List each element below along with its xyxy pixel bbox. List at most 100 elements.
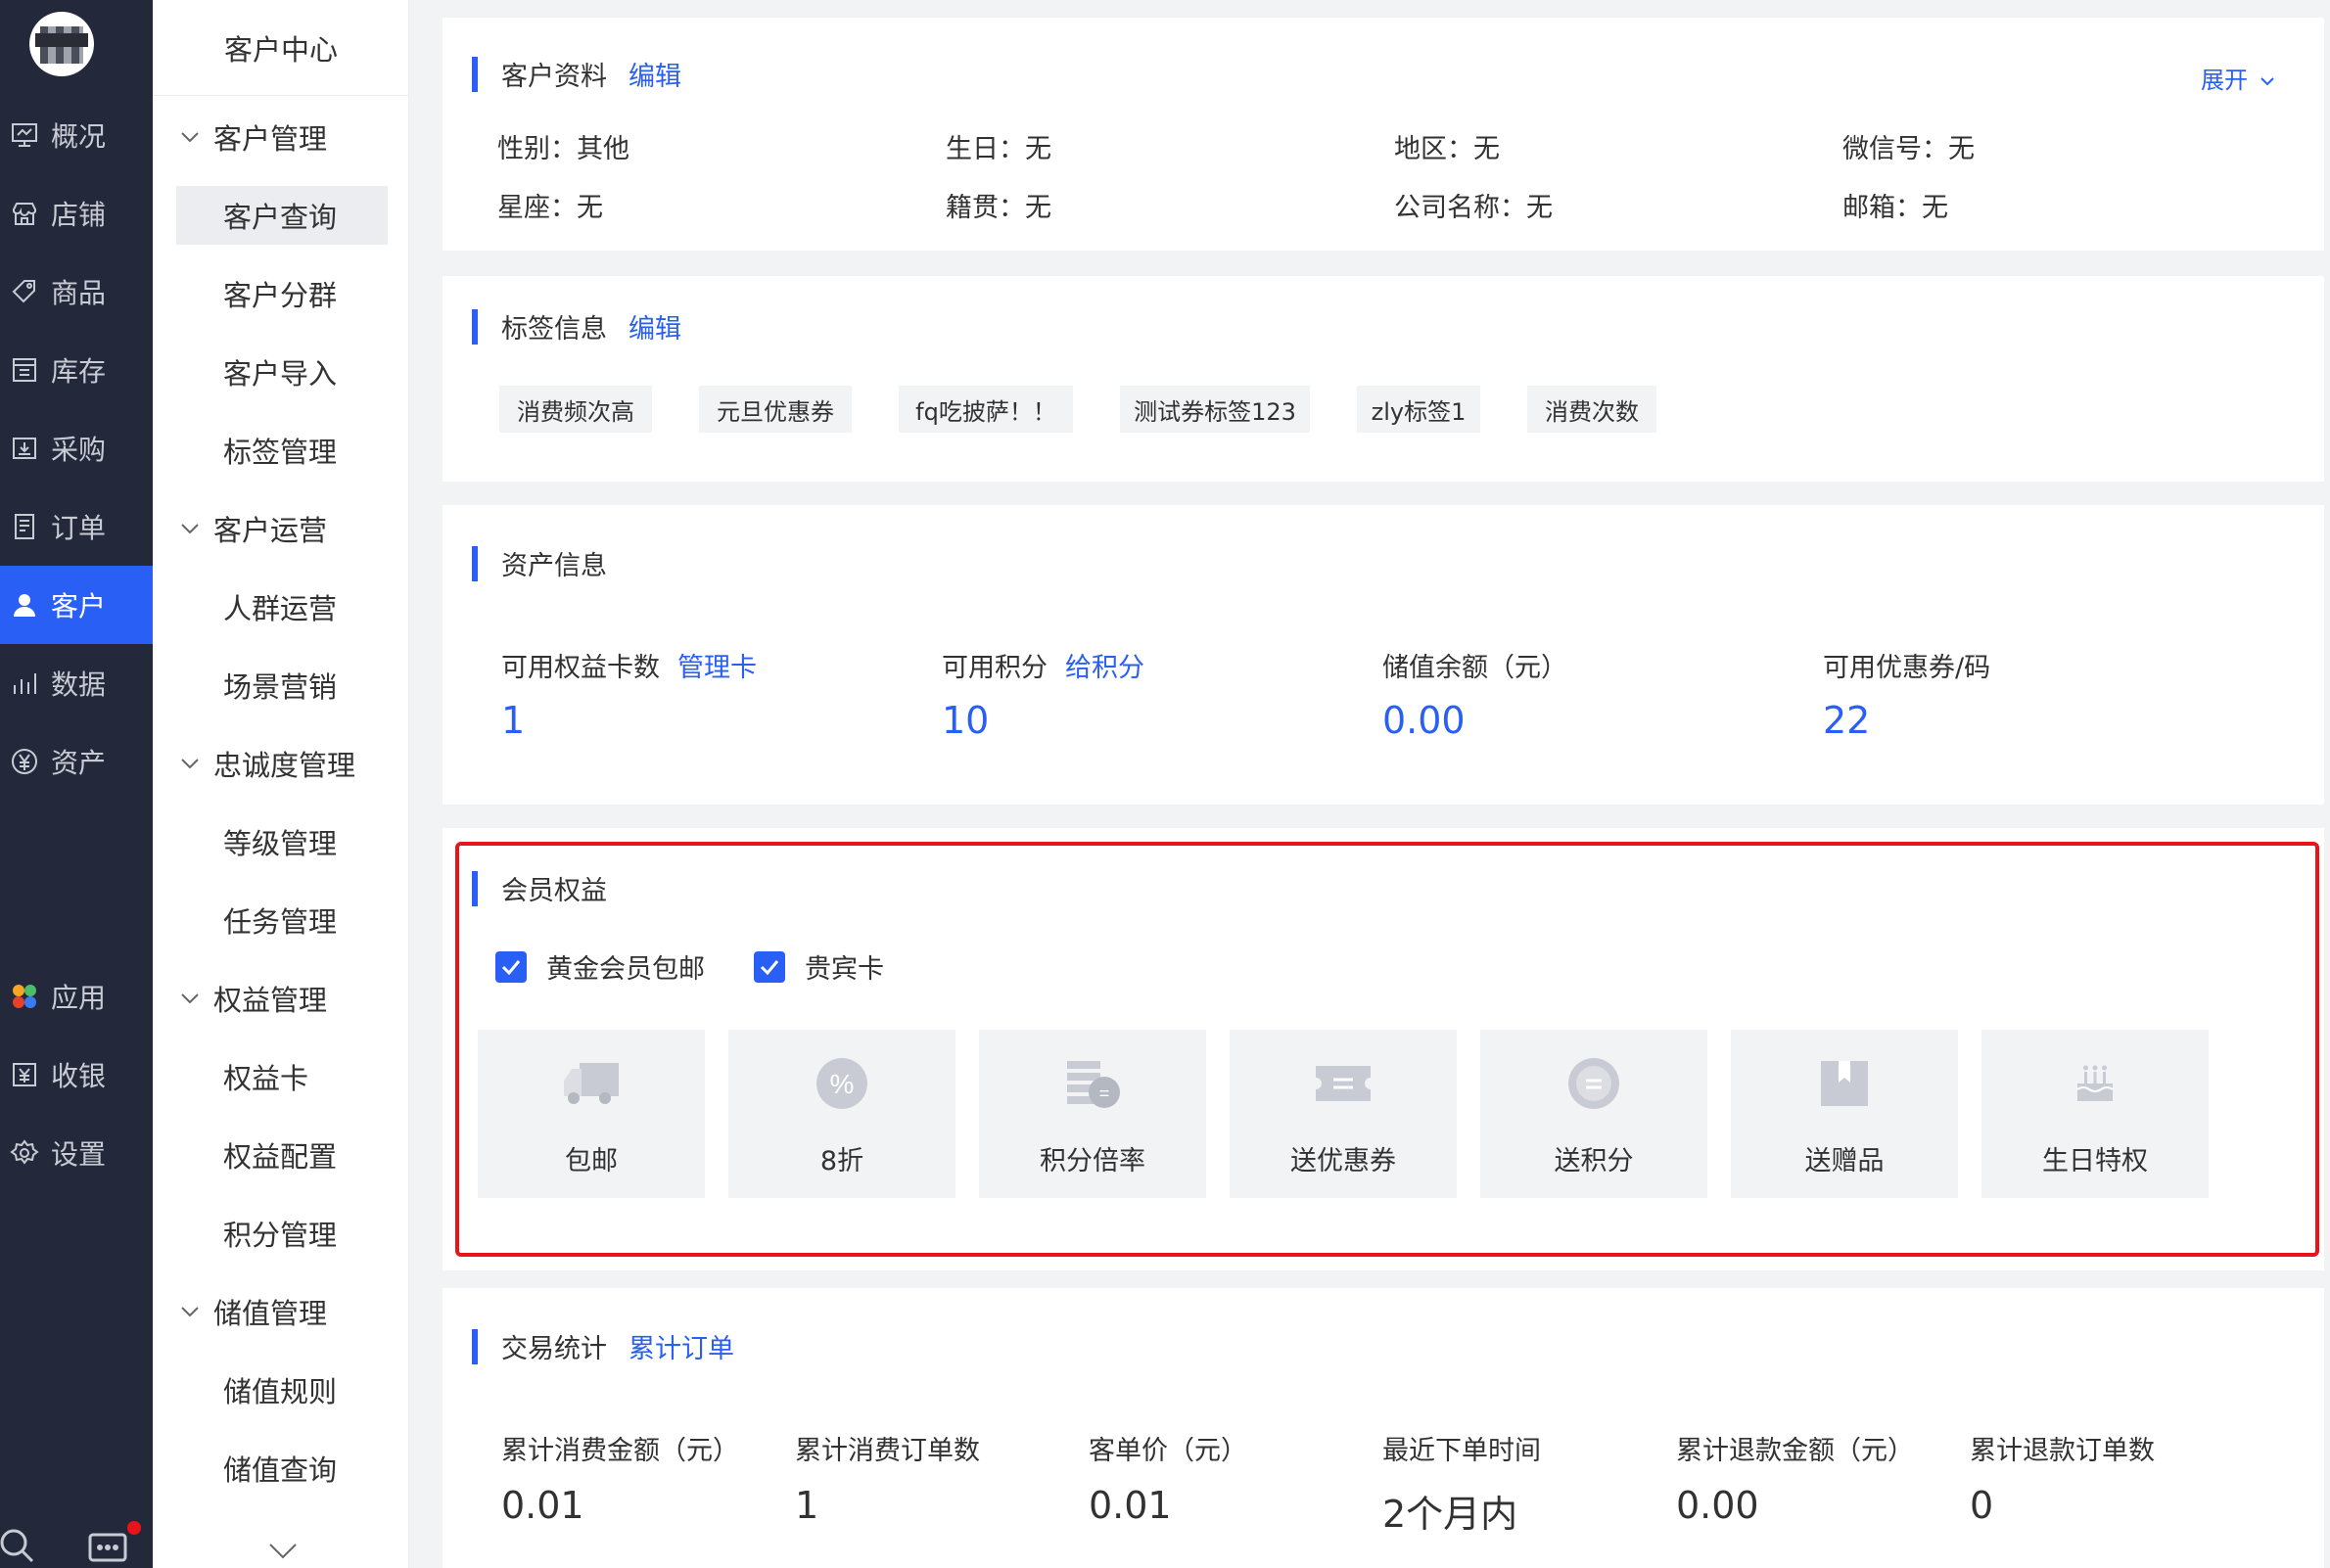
apps-icon — [8, 980, 41, 1013]
sidebar-item-crowd-operations[interactable]: 人群运营 — [176, 577, 388, 636]
asset-benefit-cards-label: 可用权益卡数 管理卡 — [501, 653, 757, 683]
nav-item-overview[interactable]: 概况 — [0, 96, 153, 174]
scroll-down-icon[interactable] — [268, 1543, 298, 1564]
stat-label: 累计消费订单数 — [795, 1436, 980, 1466]
sidebar-item-scene-marketing[interactable]: 场景营销 — [176, 656, 388, 715]
avatar[interactable] — [29, 12, 94, 76]
nav-label: 数据 — [51, 669, 107, 701]
sidebar-item-stored-value-query[interactable]: 储值查询 — [176, 1439, 388, 1498]
cashier-icon — [8, 1058, 41, 1091]
asset-benefit-cards-value[interactable]: 1 — [501, 699, 525, 742]
profile-card: 客户资料 编辑 展开 性别：其他 生日：无 地区：无 微信号：无 星座：无 籍贯… — [443, 18, 2324, 251]
notification-dot — [127, 1521, 141, 1535]
asset-points-value[interactable]: 10 — [942, 699, 989, 742]
section-title: 客户资料 — [501, 62, 607, 92]
nav-item-data[interactable]: 数据 — [0, 644, 153, 722]
sidebar-item-task-management[interactable]: 任务管理 — [176, 891, 388, 949]
sidebar-item-benefit-card[interactable]: 权益卡 — [176, 1047, 388, 1106]
stat-value: 0 — [1970, 1484, 1994, 1527]
nav-footer — [0, 1517, 153, 1568]
stat-value: 0.01 — [501, 1484, 584, 1527]
sidebar-group-loyalty[interactable]: 忠诚度管理 — [180, 734, 355, 793]
store-icon — [8, 197, 41, 230]
stat-label: 客单价（元） — [1089, 1436, 1247, 1466]
field-wechat: 微信号：无 — [1842, 134, 1975, 164]
cumulative-orders-link[interactable]: 累计订单 — [629, 1327, 734, 1365]
sidebar-item-points-management[interactable]: 积分管理 — [176, 1204, 388, 1263]
nav-label: 店铺 — [51, 199, 107, 231]
edit-tags-link[interactable]: 编辑 — [629, 307, 681, 346]
nav-label: 应用 — [51, 982, 107, 1014]
edit-profile-link[interactable]: 编辑 — [629, 55, 681, 93]
chevron-down-icon — [180, 131, 204, 143]
section-title: 标签信息 — [501, 314, 607, 345]
nav-item-inventory[interactable]: 库存 — [0, 331, 153, 409]
order-icon — [8, 510, 41, 543]
chart-icon — [8, 667, 41, 700]
manage-cards-link[interactable]: 管理卡 — [677, 653, 757, 683]
asset-coupons-value[interactable]: 22 — [1823, 699, 1870, 742]
nav-label: 客户 — [51, 590, 107, 623]
customer-tag: zly标签1 — [1357, 386, 1480, 433]
sidebar-item-tag-management[interactable]: 标签管理 — [176, 421, 388, 480]
stat-label: 累计消费金额（元） — [501, 1436, 739, 1466]
sidebar-group-stored-value[interactable]: 储值管理 — [180, 1282, 327, 1341]
sidebar-item-level-management[interactable]: 等级管理 — [176, 812, 388, 871]
chevron-down-icon — [180, 992, 204, 1004]
section-header: 交易统计 累计订单 — [472, 1327, 734, 1365]
nav-label: 采购 — [51, 434, 107, 466]
yuan-icon — [8, 745, 41, 778]
sidebar-group-benefit-management[interactable]: 权益管理 — [180, 969, 327, 1028]
sidebar-title: 客户中心 — [153, 0, 409, 96]
search-icon[interactable] — [0, 1525, 35, 1568]
customer-tag: 消费频次高 — [499, 386, 652, 433]
chevron-down-icon — [180, 1306, 204, 1317]
nav-item-assets[interactable]: 资产 — [0, 722, 153, 801]
tag-icon — [8, 275, 41, 308]
nav-item-order[interactable]: 订单 — [0, 487, 153, 566]
sidebar-item-customer-import[interactable]: 客户导入 — [176, 343, 388, 401]
nav-item-settings[interactable]: 设置 — [0, 1114, 153, 1192]
message-icon[interactable] — [88, 1533, 129, 1568]
sidebar-item-customer-query[interactable]: 客户查询 — [176, 186, 388, 245]
customer-tag: 元旦优惠券 — [699, 386, 852, 433]
nav-item-apps[interactable]: 应用 — [0, 957, 153, 1036]
field-email: 邮箱：无 — [1842, 193, 1948, 223]
nav-item-store[interactable]: 店铺 — [0, 174, 153, 253]
nav-item-cashier[interactable]: 收银 — [0, 1036, 153, 1114]
stat-value: 0.00 — [1676, 1484, 1759, 1527]
nav-label: 订单 — [51, 512, 107, 544]
settings-icon — [8, 1136, 41, 1170]
nav-label: 资产 — [51, 747, 107, 779]
section-header: 标签信息 编辑 — [472, 307, 681, 346]
tags-card: 标签信息 编辑 — [443, 276, 2324, 482]
asset-coupons-label: 可用优惠券/码 — [1823, 653, 1991, 683]
give-points-link[interactable]: 给积分 — [1065, 653, 1144, 683]
overview-icon — [8, 118, 41, 152]
nav-label: 收银 — [51, 1060, 107, 1092]
nav-label: 库存 — [51, 355, 107, 388]
sidebar-item-stored-value-rules[interactable]: 储值规则 — [176, 1360, 388, 1419]
asset-balance-value[interactable]: 0.00 — [1382, 699, 1466, 742]
nav-item-goods[interactable]: 商品 — [0, 253, 153, 331]
nav-item-purchase[interactable]: 采购 — [0, 409, 153, 487]
stat-label: 最近下单时间 — [1382, 1436, 1541, 1466]
expand-button[interactable]: 展开 — [2201, 61, 2275, 95]
sidebar-group-customer-management[interactable]: 客户管理 — [180, 108, 327, 166]
customer-icon — [8, 588, 41, 622]
nav-label: 商品 — [51, 277, 107, 309]
field-gender: 性别：其他 — [497, 134, 629, 164]
customer-tag: 消费次数 — [1527, 386, 1656, 433]
secondary-sidebar: 客户中心 客户管理 客户查询 客户分群 客户导入 标签管理 客户运营 人群运营 … — [153, 0, 409, 1568]
sidebar-item-customer-segment[interactable]: 客户分群 — [176, 264, 388, 323]
asset-balance-label: 储值余额（元） — [1382, 653, 1567, 683]
chevron-down-icon — [180, 758, 204, 769]
field-zodiac: 星座：无 — [497, 193, 603, 223]
customer-tag: 测试券标签123 — [1120, 386, 1310, 433]
sidebar-group-customer-operations[interactable]: 客户运营 — [180, 499, 327, 558]
nav-item-customer[interactable]: 客户 — [0, 566, 153, 644]
stat-label: 累计退款金额（元） — [1676, 1436, 1914, 1466]
sidebar-item-benefit-config[interactable]: 权益配置 — [176, 1126, 388, 1184]
nav-label: 概况 — [51, 120, 107, 153]
section-title: 资产信息 — [501, 551, 607, 581]
